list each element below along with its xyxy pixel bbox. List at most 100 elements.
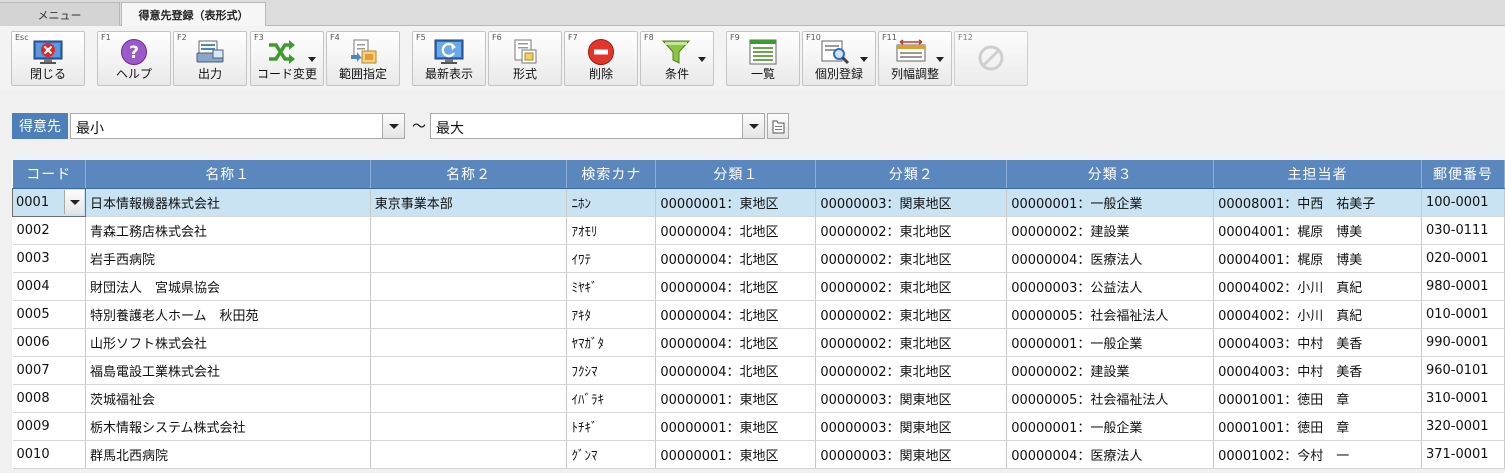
customer-from-select[interactable]: 最小	[70, 113, 405, 139]
table-row[interactable]: 0006 山形ソフト株式会社 ﾔﾏｶﾞﾀ 00000004：北地区 00000002：東…	[12, 328, 1505, 357]
help-button[interactable]: F1 ? ヘルプ	[97, 31, 171, 86]
range-button[interactable]: F4 範囲指定	[326, 31, 400, 86]
table-cell[interactable]: 00000004：医療法人	[1006, 440, 1215, 469]
table-cell[interactable]: 0010	[12, 440, 86, 469]
table-cell[interactable]: ｱｵﾓﾘ	[566, 216, 657, 245]
individual-register-button[interactable]: F10 個別登録	[802, 31, 876, 86]
table-cell[interactable]: 財団法人 宮城県協会	[85, 272, 371, 301]
close-button[interactable]: Esc 閉じる	[11, 31, 85, 86]
table-cell[interactable]: 00000001：一般企業	[1006, 328, 1215, 357]
table-cell[interactable]	[370, 272, 568, 301]
tab-menu[interactable]: メニュー	[0, 2, 120, 26]
table-cell[interactable]: 00000001：東地区	[655, 412, 817, 441]
table-cell[interactable]: ﾌｸｼﾏ	[566, 356, 657, 385]
table-cell[interactable]	[370, 356, 568, 385]
table-cell[interactable]: ﾐﾔｷﾞ	[566, 272, 657, 301]
column-header[interactable]: 分類３	[1006, 160, 1215, 189]
table-cell[interactable]: 00000004：北地区	[655, 244, 817, 273]
table-cell[interactable]: 00000001：東地区	[655, 440, 817, 469]
table-cell[interactable]: 00000003：関東地区	[815, 384, 1008, 413]
table-cell[interactable]: 00000005：社会福祉法人	[1006, 300, 1215, 329]
table-cell[interactable]: 00000004：医療法人	[1006, 244, 1215, 273]
table-cell[interactable]: 0002	[12, 216, 86, 245]
table-cell[interactable]	[370, 328, 568, 357]
table-cell[interactable]: 群馬北西病院	[85, 440, 371, 469]
table-cell[interactable]: 010-0001	[1421, 300, 1505, 329]
table-cell[interactable]: 310-0001	[1421, 384, 1505, 413]
table-cell[interactable]: 0004	[12, 272, 86, 301]
table-cell[interactable]: 00008001：中西 祐美子	[1213, 188, 1422, 217]
table-row[interactable]: 0008 茨城福祉会 ｲﾊﾞﾗｷ 00000001：東地区 00000003：関東地区 0…	[12, 384, 1505, 413]
table-cell[interactable]: ｲﾊﾞﾗｷ	[566, 384, 657, 413]
table-row[interactable]: 0002 青森工務店株式会社 ｱｵﾓﾘ 00000004：北地区 00000002：東北…	[12, 216, 1505, 245]
table-cell[interactable]: 00000003：関東地区	[815, 188, 1008, 217]
table-cell[interactable]: 山形ソフト株式会社	[85, 328, 371, 357]
customer-to-select[interactable]: 最大	[430, 113, 765, 139]
table-row[interactable]: 0004 財団法人 宮城県協会 ﾐﾔｷﾞ 00000004：北地区 00000002：東…	[12, 272, 1505, 301]
table-cell[interactable]: 00000004：北地区	[655, 356, 817, 385]
table-cell[interactable]: 00000004：北地区	[655, 272, 817, 301]
table-cell[interactable]: 0007	[12, 356, 86, 385]
table-cell[interactable]: 00000003：公益法人	[1006, 272, 1215, 301]
table-cell[interactable]: ｲﾜﾃ	[566, 244, 657, 273]
table-cell[interactable]: 東京事業本部	[370, 188, 568, 217]
column-header[interactable]: 名称２	[370, 160, 568, 189]
table-cell[interactable]: 00000002：建設業	[1006, 356, 1215, 385]
table-cell[interactable]	[370, 244, 568, 273]
table-cell[interactable]	[370, 300, 568, 329]
table-cell[interactable]: 00000004：北地区	[655, 328, 817, 357]
table-cell[interactable]: 茨城福祉会	[85, 384, 371, 413]
column-header[interactable]: 名称１	[85, 160, 371, 189]
table-cell[interactable]: 980-0001	[1421, 272, 1505, 301]
table-row[interactable]: 0007 福島電設工業株式会社 ﾌｸｼﾏ 00000004：北地区 00000002：東…	[12, 356, 1505, 385]
chevron-down-icon[interactable]	[63, 189, 84, 214]
table-cell[interactable]: 00001002：今村 一	[1213, 440, 1422, 469]
table-cell[interactable]: 960-0101	[1421, 356, 1505, 385]
table-cell[interactable]: 320-0001	[1421, 412, 1505, 441]
table-cell[interactable]: 00000002：東北地区	[815, 328, 1008, 357]
condition-button[interactable]: F8 条件	[640, 31, 714, 86]
table-cell[interactable]: 990-0001	[1421, 328, 1505, 357]
table-cell[interactable]: 0008	[12, 384, 86, 413]
table-cell[interactable]: 0001	[12, 187, 86, 217]
table-cell[interactable]: 日本情報機器株式会社	[85, 188, 371, 217]
table-cell[interactable]: ﾆﾎﾝ	[566, 188, 657, 217]
refresh-button[interactable]: F5 最新表示	[412, 31, 486, 86]
table-cell[interactable]: 0006	[12, 328, 86, 357]
table-cell[interactable]: 00000004：北地区	[655, 216, 817, 245]
table-cell[interactable]	[370, 412, 568, 441]
table-cell[interactable]: ﾔﾏｶﾞﾀ	[566, 328, 657, 357]
table-cell[interactable]: 00000001：一般企業	[1006, 412, 1215, 441]
list-button[interactable]: F9 一覧	[726, 31, 800, 86]
table-row[interactable]: 0001 日本情報機器株式会社 東京事業本部 ﾆﾎﾝ 00000001：東地区 00000…	[12, 187, 1505, 217]
table-cell[interactable]: ｱｷﾀ	[566, 300, 657, 329]
table-row[interactable]: 0010 群馬北西病院 ｸﾞﾝﾏ 00000001：東地区 00000003：関東地区 0…	[12, 440, 1505, 469]
table-cell[interactable]	[370, 216, 568, 245]
table-cell[interactable]: 青森工務店株式会社	[85, 216, 371, 245]
format-button[interactable]: F6 形式	[488, 31, 562, 86]
table-cell[interactable]: 00000002：東北地区	[815, 244, 1008, 273]
table-cell[interactable]: ﾄﾁｷﾞ	[566, 412, 657, 441]
table-cell[interactable]: 0005	[12, 300, 86, 329]
table-cell[interactable]: 00000002：建設業	[1006, 216, 1215, 245]
table-cell[interactable]: 特別養護老人ホーム 秋田苑	[85, 300, 371, 329]
table-cell[interactable]: 00004001：梶原 博美	[1213, 216, 1422, 245]
table-cell[interactable]	[370, 384, 568, 413]
output-button[interactable]: F2 出力	[173, 31, 247, 86]
table-cell[interactable]: 00000002：東北地区	[815, 272, 1008, 301]
table-cell[interactable]: 00000003：関東地区	[815, 412, 1008, 441]
table-cell[interactable]: 0003	[12, 244, 86, 273]
table-cell[interactable]: 福島電設工業株式会社	[85, 356, 371, 385]
table-cell[interactable]: 00000002：東北地区	[815, 216, 1008, 245]
chevron-down-icon[interactable]	[742, 114, 764, 138]
table-cell[interactable]: 00004001：梶原 博美	[1213, 244, 1422, 273]
delete-button[interactable]: F7 削除	[564, 31, 638, 86]
table-cell[interactable]: 00000003：関東地区	[815, 440, 1008, 469]
table-cell[interactable]: 00004002：小川 真紀	[1213, 300, 1422, 329]
table-cell[interactable]: 100-0001	[1421, 188, 1505, 217]
table-cell[interactable]: 岩手西病院	[85, 244, 371, 273]
table-row[interactable]: 0003 岩手西病院 ｲﾜﾃ 00000004：北地区 00000002：東北地区 000…	[12, 244, 1505, 273]
table-cell[interactable]: 00004003：中村 美香	[1213, 328, 1422, 357]
table-cell[interactable]: 00001001：徳田 章	[1213, 412, 1422, 441]
table-cell[interactable]: 00000001：東地区	[655, 384, 817, 413]
